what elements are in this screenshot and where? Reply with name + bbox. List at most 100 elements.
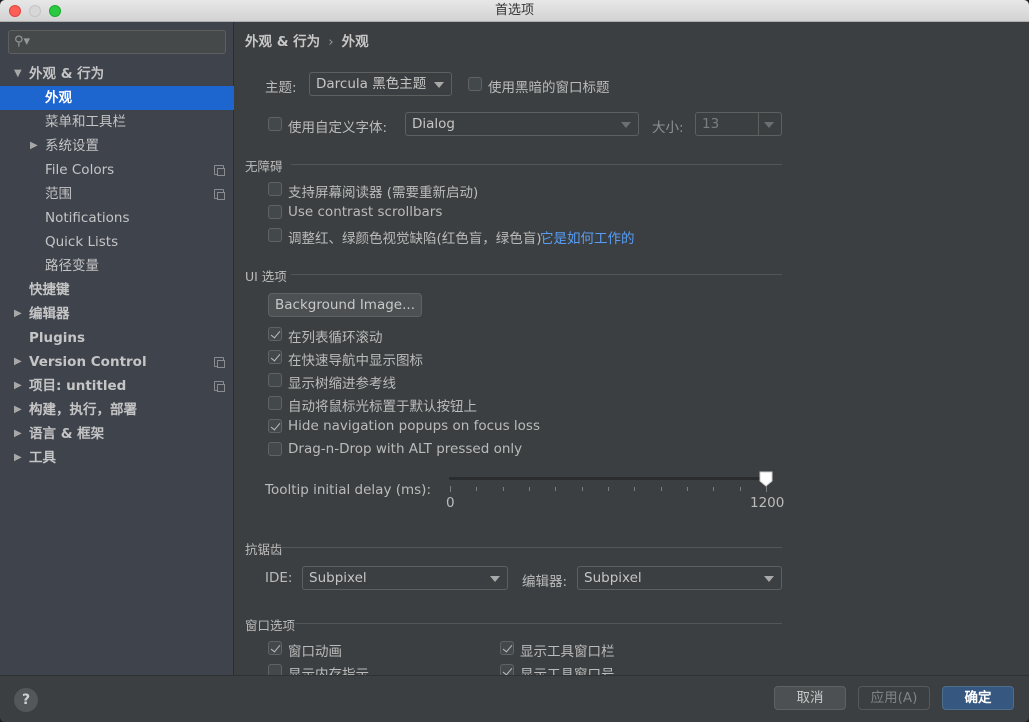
theme-label: 主题:: [265, 80, 297, 96]
ui-option-checkbox[interactable]: [268, 327, 282, 341]
chevron-down-icon: [434, 82, 444, 88]
slider-max-label: 1200: [750, 495, 785, 511]
slider-tick: [555, 487, 557, 491]
close-window-button[interactable]: [9, 5, 21, 17]
ui-option-checkbox[interactable]: [268, 442, 282, 456]
expand-arrow-right-icon[interactable]: ▶: [14, 398, 22, 422]
expand-arrow-right-icon[interactable]: ▶: [14, 302, 22, 326]
project-scope-icon: [214, 189, 225, 200]
chevron-down-icon: [764, 122, 774, 128]
slider-tick: [687, 487, 688, 491]
ui-option-label: 在快速导航中显示图标: [288, 353, 423, 369]
slider-tick: [634, 487, 636, 491]
slider-tick: [476, 487, 478, 491]
ide-aa-value: Subpixel: [309, 570, 367, 586]
ui-option-checkbox[interactable]: [268, 350, 282, 364]
editor-aa-select[interactable]: Subpixel: [577, 566, 782, 590]
minimize-window-button[interactable]: [29, 5, 41, 17]
tooltip-delay-slider-thumb[interactable]: [759, 471, 773, 487]
theme-select[interactable]: Darcula 黑色主题: [309, 72, 452, 96]
sidebar-item[interactable]: ▶ 项目: untitled: [0, 374, 234, 398]
preferences-window: 首选项 ⚲▾ ▼ 外观 & 行为 外观 菜单和工具栏 ▶ 系统设置 File Colors 范…: [0, 0, 1029, 722]
slider-tick: [581, 487, 583, 491]
ui-option-label: 在列表循环滚动: [288, 330, 383, 346]
breadcrumb: 外观 & 行为 › 外观: [245, 30, 369, 50]
how-it-works-link[interactable]: 它是如何工作的: [540, 227, 635, 247]
expand-arrow-right-icon[interactable]: ▶: [14, 446, 22, 470]
tooltip-delay-label: Tooltip initial delay (ms):: [265, 482, 431, 498]
custom-font-checkbox[interactable]: [268, 117, 282, 131]
sidebar-item-label: 路径变量: [45, 258, 99, 274]
slider-tick: [739, 487, 741, 491]
sidebar-item[interactable]: ▶ 编辑器: [0, 302, 234, 326]
accessibility-option-label: 调整红、绿颜色视觉缺陷(红色盲，绿色盲): [288, 231, 542, 247]
project-scope-icon: [214, 165, 225, 176]
antialiasing-section-title: 抗锯齿: [245, 542, 283, 557]
sidebar-item[interactable]: ▼ 外观 & 行为: [0, 62, 234, 86]
accessibility-option-label: Use contrast scrollbars: [288, 204, 443, 220]
font-size-value: 13: [702, 116, 720, 132]
font-select-value: Dialog: [412, 116, 455, 132]
editor-aa-value: Subpixel: [584, 570, 642, 586]
sidebar-item-label: 菜单和工具栏: [45, 114, 126, 130]
sidebar-item[interactable]: 路径变量: [0, 254, 234, 278]
sidebar-item-label: 语言 & 框架: [29, 426, 105, 442]
sidebar-item[interactable]: ▶ 构建，执行，部署: [0, 398, 234, 422]
tooltip-delay-slider-track[interactable]: [449, 477, 767, 480]
ui-option-checkbox[interactable]: [268, 373, 282, 387]
expand-arrow-down-icon[interactable]: ▼: [14, 62, 22, 86]
sidebar-item[interactable]: 范围: [0, 182, 234, 206]
sidebar-item[interactable]: Plugins: [0, 326, 234, 350]
search-input[interactable]: ⚲▾: [8, 30, 226, 54]
settings-tree: ▼ 外观 & 行为 外观菜单和工具栏 ▶ 系统设置 File Colors 范围 Notifi…: [0, 62, 234, 470]
accessibility-option-checkbox[interactable]: [268, 228, 282, 242]
chevron-down-icon: [490, 576, 500, 582]
expand-arrow-right-icon[interactable]: ▶: [14, 350, 22, 374]
editor-aa-label: 编辑器:: [522, 574, 568, 590]
project-scope-icon: [214, 357, 225, 368]
window-option-checkbox[interactable]: [268, 641, 282, 655]
section-divider: [295, 623, 782, 624]
sidebar-item[interactable]: ▶ 语言 & 框架: [0, 422, 234, 446]
expand-arrow-right-icon[interactable]: ▶: [30, 134, 38, 158]
sidebar-item[interactable]: ▶ 系统设置: [0, 134, 234, 158]
sidebar: ⚲▾ ▼ 外观 & 行为 外观菜单和工具栏 ▶ 系统设置 File Colors 范围 Not…: [0, 22, 234, 675]
title-bar: 首选项: [0, 0, 1029, 22]
apply-button[interactable]: 应用(A): [858, 686, 930, 710]
sidebar-item[interactable]: 外观: [0, 86, 234, 110]
cancel-button[interactable]: 取消: [774, 686, 846, 710]
ok-button[interactable]: 确定: [942, 686, 1014, 710]
sidebar-item[interactable]: Notifications: [0, 206, 234, 230]
sidebar-item[interactable]: ▶ 工具: [0, 446, 234, 470]
chevron-down-icon: [764, 576, 774, 582]
window-option-checkbox[interactable]: [500, 641, 514, 655]
window-option-label: 显示工具窗口栏: [520, 644, 615, 660]
accessibility-option-checkbox[interactable]: [268, 205, 282, 219]
ide-aa-select[interactable]: Subpixel: [302, 566, 508, 590]
font-size-label: 大小:: [652, 120, 684, 136]
sidebar-item[interactable]: 菜单和工具栏: [0, 110, 234, 134]
background-image-button[interactable]: Background Image...: [268, 293, 422, 317]
expand-arrow-right-icon[interactable]: ▶: [14, 374, 22, 398]
sidebar-item[interactable]: ▶ Version Control: [0, 350, 234, 374]
ui-option-checkbox[interactable]: [268, 419, 282, 433]
sidebar-item-label: Notifications: [45, 210, 130, 226]
sidebar-item-label: 工具: [29, 450, 56, 466]
accessibility-option-checkbox[interactable]: [268, 182, 282, 196]
sidebar-item-label: 范围: [45, 186, 72, 202]
help-button[interactable]: ?: [14, 688, 38, 712]
sidebar-item[interactable]: 快捷键: [0, 278, 234, 302]
sidebar-item-label: 快捷键: [29, 282, 70, 298]
expand-arrow-right-icon[interactable]: ▶: [14, 422, 22, 446]
maximize-window-button[interactable]: [49, 5, 61, 17]
sidebar-item[interactable]: Quick Lists: [0, 230, 234, 254]
font-select[interactable]: Dialog: [405, 112, 639, 136]
ui-option-checkbox[interactable]: [268, 396, 282, 410]
section-divider: [281, 547, 782, 548]
sidebar-item[interactable]: File Colors: [0, 158, 234, 182]
breadcrumb-parent[interactable]: 外观 & 行为: [245, 34, 320, 50]
window-option-label: 窗口动画: [288, 644, 342, 660]
dark-title-checkbox[interactable]: [468, 77, 482, 91]
slider-tick: [713, 487, 715, 491]
font-size-select[interactable]: 13: [695, 112, 782, 136]
